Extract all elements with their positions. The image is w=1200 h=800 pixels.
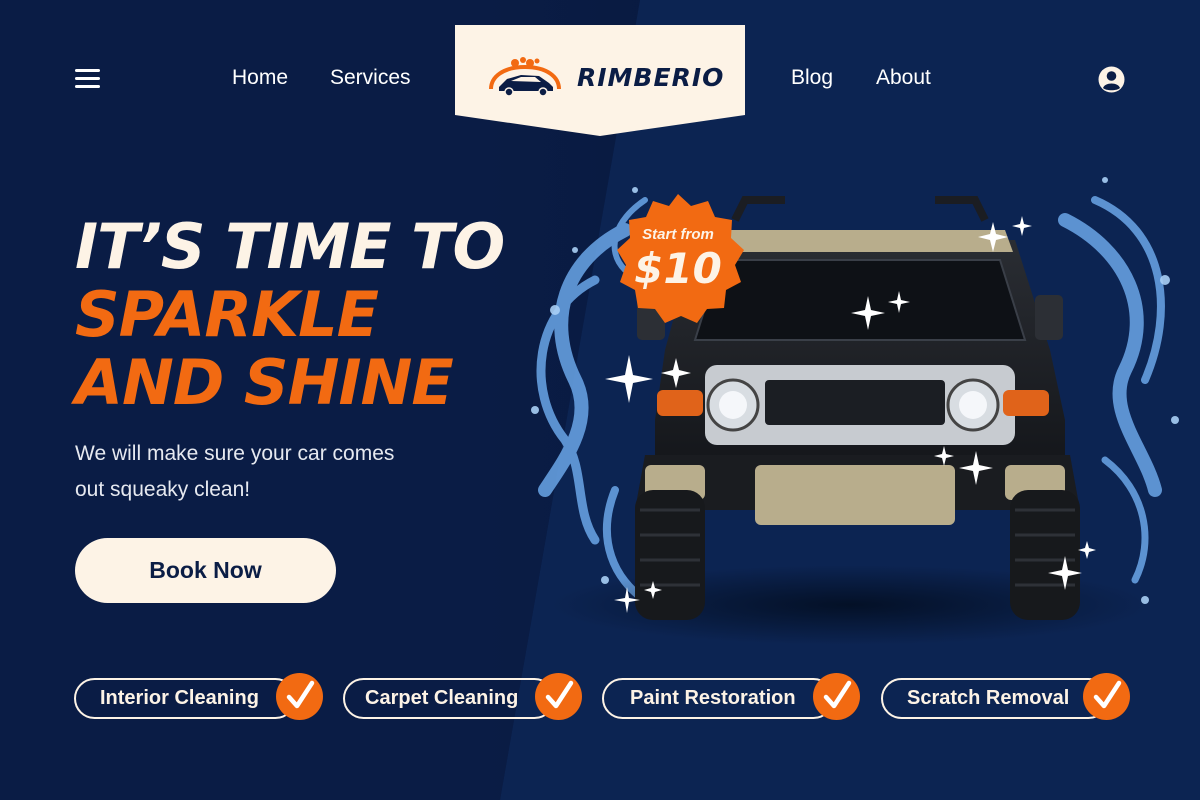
- brand-name: RIMBERIO: [577, 63, 725, 92]
- service-pill-carpet-cleaning[interactable]: Carpet Cleaning: [343, 678, 555, 719]
- hero-heading-line-1: IT’S TIME TO: [75, 210, 505, 283]
- nav-link-services[interactable]: Services: [330, 66, 411, 90]
- car-wash-logo-icon: [489, 57, 561, 97]
- hamburger-icon[interactable]: [75, 69, 100, 89]
- service-pill-paint-restoration[interactable]: Paint Restoration: [602, 678, 834, 719]
- price-caption: Start from: [642, 226, 714, 243]
- service-pill-scratch-removal[interactable]: Scratch Removal: [881, 678, 1109, 719]
- service-label: Carpet Cleaning: [365, 687, 519, 709]
- nav-link-home[interactable]: Home: [232, 66, 288, 90]
- price-value: $10: [634, 244, 722, 293]
- hero-heading-line-3: AND SHINE: [75, 346, 454, 419]
- service-label: Scratch Removal: [907, 687, 1070, 709]
- check-icon: [276, 673, 323, 720]
- check-icon: [1083, 673, 1130, 720]
- logo[interactable]: RIMBERIO: [455, 25, 745, 136]
- check-icon: [813, 673, 860, 720]
- nav-link-about[interactable]: About: [876, 66, 931, 90]
- car-wash-illustration: [531, 177, 1179, 645]
- hero-heading-line-2: SPARKLE: [75, 278, 379, 351]
- check-icon: [535, 673, 582, 720]
- service-label: Interior Cleaning: [100, 687, 259, 709]
- service-label: Paint Restoration: [630, 687, 796, 709]
- service-pill-interior-cleaning[interactable]: Interior Cleaning: [74, 678, 296, 719]
- book-now-button[interactable]: Book Now: [75, 538, 336, 603]
- user-circle-icon[interactable]: [1098, 66, 1125, 93]
- hero-subtitle: We will make sure your car comes out squ…: [75, 442, 395, 501]
- nav-link-blog[interactable]: Blog: [791, 66, 833, 90]
